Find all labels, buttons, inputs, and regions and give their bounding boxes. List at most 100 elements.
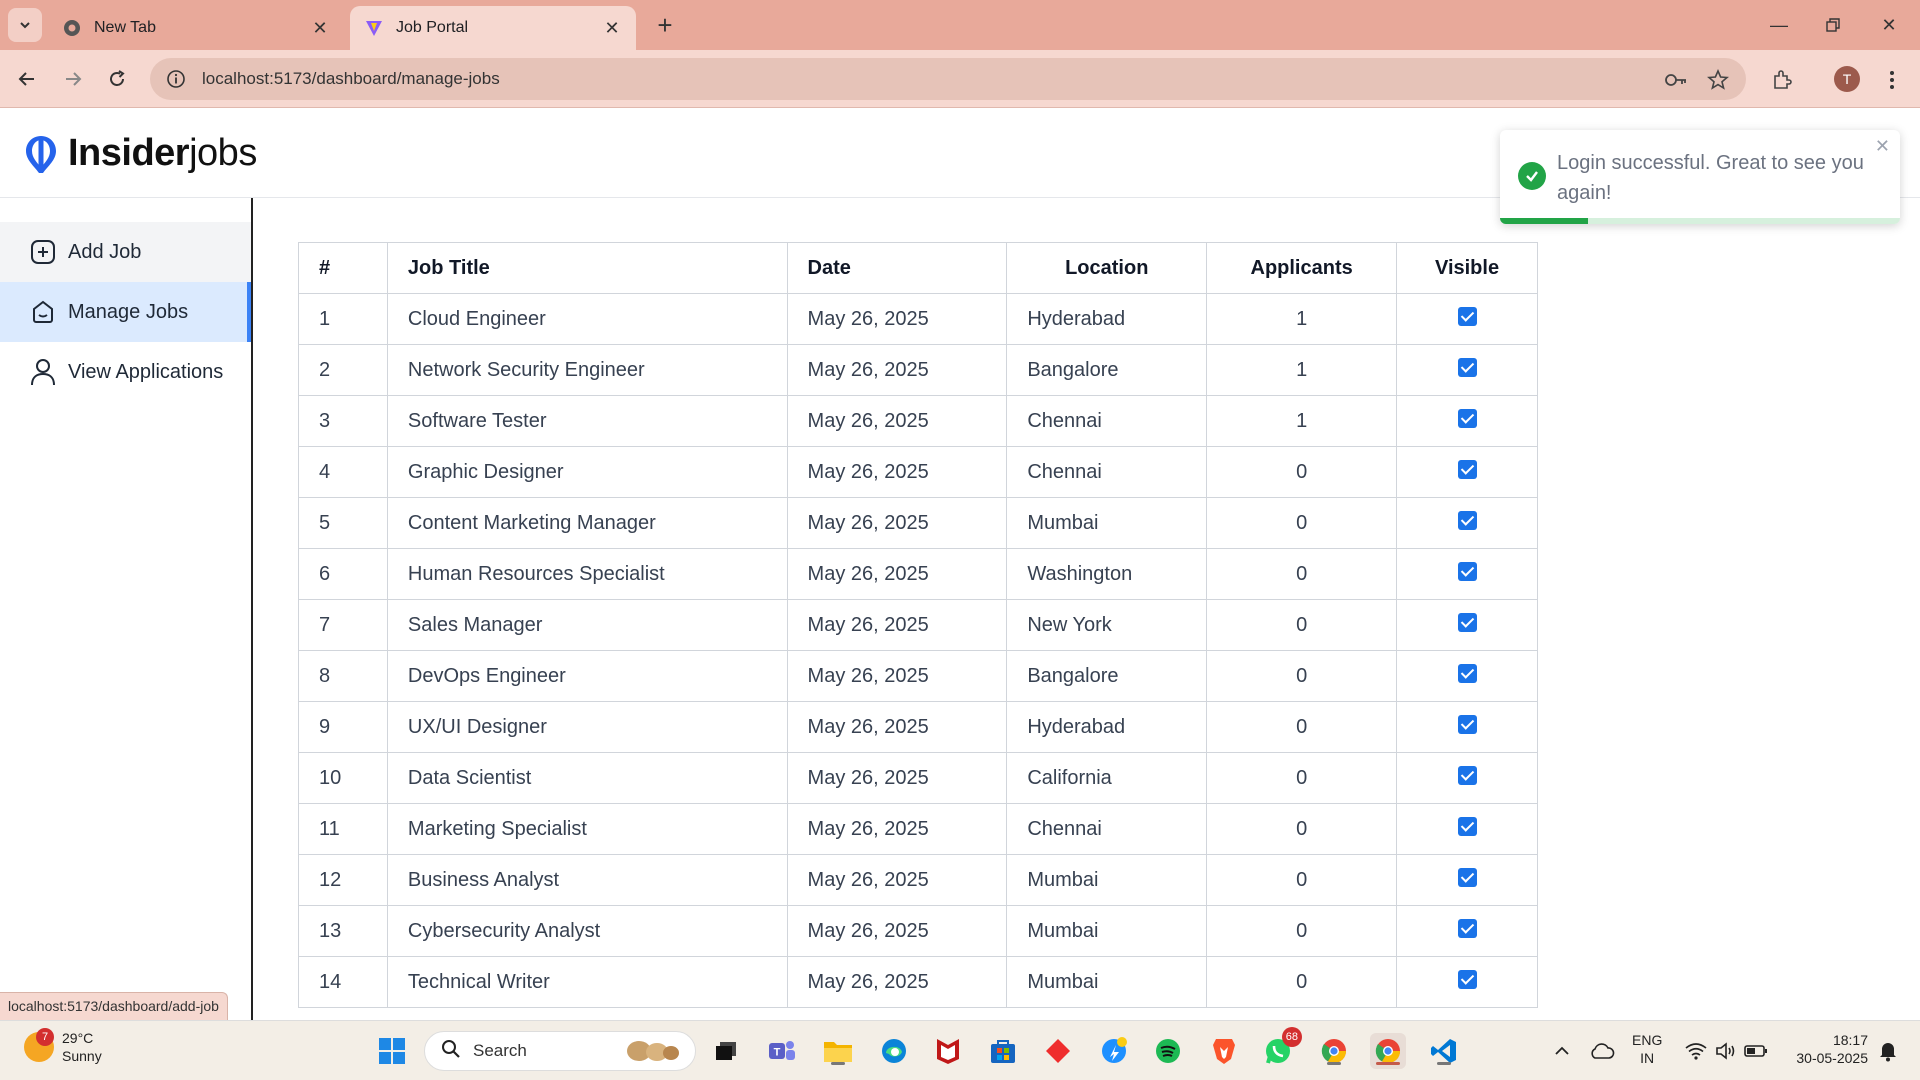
sidebar-item-manage-jobs[interactable]: Manage Jobs: [0, 282, 251, 342]
weather-app-icon[interactable]: [1096, 1033, 1132, 1069]
visible-checkbox[interactable]: [1457, 510, 1477, 530]
job-visible: [1396, 752, 1538, 804]
job-location: New York: [1006, 599, 1208, 651]
tab-new-tab[interactable]: New Tab ✕: [48, 6, 344, 50]
clock-date: 30-05-2025: [1796, 1050, 1868, 1066]
logo-text: Insiderjobs: [68, 132, 257, 174]
language-indicator[interactable]: ENG IN: [1632, 1031, 1662, 1067]
job-visible: [1396, 854, 1538, 906]
teams-icon[interactable]: T: [764, 1033, 800, 1069]
job-location: Hyderabad: [1006, 293, 1208, 345]
anydesk-icon[interactable]: [1040, 1033, 1076, 1069]
add-square-icon: [28, 237, 58, 267]
job-title: Human Resources Specialist: [386, 548, 788, 600]
window-close-button[interactable]: ✕: [1866, 8, 1912, 42]
visible-checkbox[interactable]: [1457, 714, 1477, 734]
visible-checkbox[interactable]: [1457, 867, 1477, 887]
onedrive-cloud-icon[interactable]: [1584, 1033, 1620, 1069]
job-applicants: 0: [1206, 650, 1398, 702]
job-applicants: 0: [1206, 446, 1398, 498]
job-date: May 26, 2025: [786, 752, 1008, 804]
job-title: UX/UI Designer: [386, 701, 788, 753]
weather-condition: Sunny: [62, 1048, 102, 1064]
login-success-toast: Login successful. Great to see you again…: [1500, 130, 1900, 224]
sidebar-item-add-job[interactable]: Add Job: [0, 222, 251, 282]
whatsapp-icon[interactable]: 68: [1260, 1027, 1302, 1069]
brave-icon[interactable]: [1206, 1033, 1242, 1069]
windows-start-icon[interactable]: [374, 1033, 410, 1069]
chrome-profile-v-icon[interactable]: [1316, 1033, 1352, 1069]
logo[interactable]: Insiderjobs: [24, 132, 257, 175]
close-icon[interactable]: ✕: [602, 18, 622, 38]
weather-widget[interactable]: 7 29°C Sunny: [24, 1028, 102, 1065]
taskbar-search[interactable]: Search: [424, 1031, 696, 1071]
temperature: 29°C: [62, 1030, 94, 1046]
notification-bell-icon[interactable]: [1870, 1033, 1906, 1069]
running-indicator: [831, 1062, 845, 1065]
bookmark-star-icon[interactable]: [1704, 66, 1732, 94]
job-applicants: 1: [1206, 344, 1398, 396]
tab-job-portal[interactable]: Job Portal ✕: [350, 6, 636, 50]
forward-button[interactable]: [56, 62, 90, 96]
battery-icon[interactable]: [1738, 1033, 1774, 1069]
restore-button[interactable]: [1810, 8, 1856, 42]
reload-button[interactable]: [100, 62, 134, 96]
toast-progress-bar: [1500, 218, 1588, 224]
visible-checkbox[interactable]: [1457, 663, 1477, 683]
job-applicants: 0: [1206, 548, 1398, 600]
job-number: 4: [298, 446, 388, 498]
sidebar-item-view-applications[interactable]: View Applications: [0, 342, 251, 402]
tab-search-button[interactable]: [8, 8, 42, 42]
visible-checkbox[interactable]: [1457, 765, 1477, 785]
job-number: 13: [298, 905, 388, 957]
clock[interactable]: 18:17 30-05-2025: [1786, 1031, 1868, 1067]
job-date: May 26, 2025: [786, 446, 1008, 498]
visible-checkbox[interactable]: [1457, 561, 1477, 581]
job-number: 10: [298, 752, 388, 804]
vscode-icon[interactable]: [1426, 1033, 1462, 1069]
home-icon: [28, 297, 58, 327]
job-visible: [1396, 293, 1538, 345]
password-key-icon[interactable]: [1662, 66, 1690, 94]
visible-checkbox[interactable]: [1457, 918, 1477, 938]
job-location: Washington: [1006, 548, 1208, 600]
job-title: Cloud Engineer: [386, 293, 788, 345]
tab-title: Job Portal: [396, 19, 469, 36]
edge-icon[interactable]: [876, 1033, 912, 1069]
chevron-down-icon: [20, 22, 30, 29]
profile-avatar[interactable]: T: [1834, 66, 1860, 92]
chevron-up-icon[interactable]: [1544, 1033, 1580, 1069]
job-date: May 26, 2025: [786, 854, 1008, 906]
visible-checkbox[interactable]: [1457, 612, 1477, 632]
url-text: localhost:5173/dashboard/manage-jobs: [202, 69, 500, 88]
spotify-icon[interactable]: [1150, 1033, 1186, 1069]
visible-checkbox[interactable]: [1457, 969, 1477, 989]
extensions-icon[interactable]: [1768, 66, 1796, 94]
task-view-icon[interactable]: [708, 1033, 744, 1069]
back-button[interactable]: [10, 62, 44, 96]
job-visible: [1396, 650, 1538, 702]
visible-checkbox[interactable]: [1457, 357, 1477, 377]
visible-checkbox[interactable]: [1457, 459, 1477, 479]
job-visible: [1396, 344, 1538, 396]
visible-checkbox[interactable]: [1457, 408, 1477, 428]
job-applicants: 0: [1206, 701, 1398, 753]
job-date: May 26, 2025: [786, 905, 1008, 957]
close-icon[interactable]: ✕: [1875, 136, 1890, 157]
site-info-icon[interactable]: [164, 67, 188, 91]
address-bar[interactable]: localhost:5173/dashboard/manage-jobs: [150, 58, 1746, 100]
visible-checkbox[interactable]: [1457, 306, 1477, 326]
job-visible: [1396, 803, 1538, 855]
clock-time: 18:17: [1832, 1032, 1868, 1048]
running-indicator: [1376, 1062, 1400, 1065]
kebab-menu-icon[interactable]: [1878, 66, 1906, 94]
table-header-row: # Job Title Date Location Applicants Vis…: [298, 242, 1538, 294]
new-tab-button[interactable]: +: [650, 10, 680, 40]
mcafee-icon[interactable]: [930, 1033, 966, 1069]
microsoft-store-icon[interactable]: [985, 1033, 1021, 1069]
minimize-button[interactable]: —: [1756, 8, 1802, 42]
visible-checkbox[interactable]: [1457, 816, 1477, 836]
chrome-profile-t-icon[interactable]: [1370, 1033, 1406, 1069]
close-icon[interactable]: ✕: [310, 18, 330, 38]
file-explorer-icon[interactable]: [820, 1033, 856, 1069]
